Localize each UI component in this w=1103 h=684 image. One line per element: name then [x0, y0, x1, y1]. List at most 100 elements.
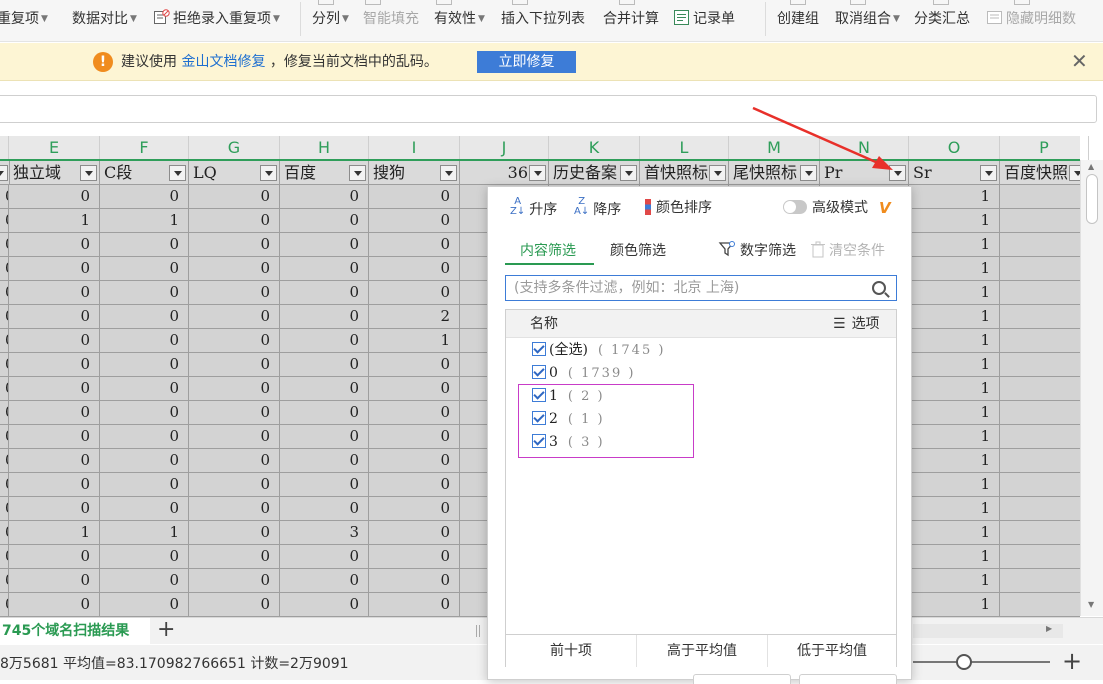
table-cell[interactable]: 0 — [0, 209, 9, 232]
table-cell[interactable]: 0 — [100, 329, 189, 352]
table-cell[interactable]: 0 — [9, 425, 100, 448]
filter-dropdown-icon[interactable] — [620, 165, 637, 181]
number-filter-button[interactable]: 数字筛选 — [718, 239, 796, 263]
table-cell-sr[interactable]: 1 — [909, 185, 1000, 208]
ribbon-ungroup-button[interactable]: 取消组合 ▼ — [835, 8, 900, 30]
table-cell[interactable]: 0 — [0, 257, 9, 280]
filter-dropdown-icon[interactable] — [980, 165, 997, 181]
table-cell[interactable]: 0 — [9, 305, 100, 328]
table-cell-sr[interactable]: 1 — [909, 233, 1000, 256]
table-cell[interactable]: 0 — [369, 233, 460, 256]
below-average-button[interactable]: 低于平均值 — [768, 635, 896, 667]
header-cell[interactable]: 首快照标 — [640, 161, 729, 184]
table-cell[interactable]: 0 — [9, 593, 100, 616]
table-cell[interactable] — [1000, 233, 1080, 256]
table-cell[interactable]: 0 — [100, 233, 189, 256]
table-cell[interactable]: 0 — [189, 425, 280, 448]
column-header-g[interactable]: G — [189, 136, 280, 160]
table-cell[interactable]: 0 — [189, 305, 280, 328]
ribbon-smart-fill-button[interactable]: 智能填充 — [363, 8, 419, 30]
table-cell-sr[interactable]: 1 — [909, 257, 1000, 280]
clear-conditions-button[interactable]: 清空条件 — [811, 239, 885, 263]
sort-ascending-button[interactable]: A Z↓ 升序 — [510, 197, 557, 219]
column-header-m[interactable]: M — [729, 136, 820, 160]
table-cell[interactable]: 0 — [0, 425, 9, 448]
table-cell[interactable]: 0 — [280, 545, 369, 568]
checkbox-checked-icon[interactable] — [532, 342, 546, 356]
cancel-button[interactable] — [799, 674, 897, 684]
table-cell[interactable]: 0 — [9, 473, 100, 496]
table-cell[interactable]: 0 — [369, 593, 460, 616]
table-cell[interactable]: 0 — [100, 497, 189, 520]
table-cell[interactable]: 0 — [0, 497, 9, 520]
filter-dropdown-icon[interactable] — [349, 165, 366, 181]
table-cell[interactable]: 0 — [189, 185, 280, 208]
table-cell[interactable]: 0 — [0, 233, 9, 256]
filter-values-list[interactable]: 名称 ☰ 选项 (全选)( 1745 ) 0( 1739 ) 1( 2 ) 2( … — [505, 309, 897, 635]
tab-content-filter[interactable]: 内容筛选 — [520, 239, 576, 263]
table-cell[interactable]: 0 — [9, 449, 100, 472]
table-cell[interactable]: 0 — [0, 593, 9, 616]
table-cell[interactable]: 0 — [189, 377, 280, 400]
header-cell[interactable]: LQ — [189, 161, 280, 184]
table-cell[interactable]: 0 — [280, 401, 369, 424]
header-cell[interactable]: 36 — [460, 161, 549, 184]
table-cell[interactable]: 1 — [100, 521, 189, 544]
table-cell[interactable] — [1000, 497, 1080, 520]
table-cell[interactable]: 0 — [9, 545, 100, 568]
table-cell[interactable]: 0 — [100, 305, 189, 328]
column-header-f[interactable]: F — [100, 136, 189, 160]
table-cell[interactable]: 0 — [369, 545, 460, 568]
add-sheet-icon[interactable]: + — [157, 618, 175, 642]
table-cell-sr[interactable]: 1 — [909, 305, 1000, 328]
table-cell[interactable]: 0 — [0, 521, 9, 544]
table-cell[interactable]: 0 — [9, 233, 100, 256]
table-cell[interactable]: 0 — [189, 401, 280, 424]
vertical-scroll-thumb[interactable] — [1086, 174, 1098, 224]
table-cell[interactable] — [1000, 593, 1080, 616]
column-header-e[interactable]: E — [9, 136, 100, 160]
above-average-button[interactable]: 高于平均值 — [637, 635, 767, 667]
ribbon-record-form-button[interactable]: 记录单 — [673, 8, 735, 30]
search-icon[interactable] — [872, 281, 886, 295]
table-cell[interactable]: 0 — [189, 209, 280, 232]
table-cell-sr[interactable]: 1 — [909, 473, 1000, 496]
ribbon-insert-dropdown-button[interactable]: 插入下拉列表 — [501, 8, 585, 30]
column-header-n[interactable]: N — [820, 136, 909, 160]
table-cell-sr[interactable]: 1 — [909, 449, 1000, 472]
table-cell[interactable]: 0 — [9, 353, 100, 376]
column-header-i[interactable]: I — [369, 136, 460, 160]
table-cell[interactable] — [1000, 209, 1080, 232]
table-cell[interactable]: 0 — [100, 473, 189, 496]
table-cell[interactable]: 0 — [189, 569, 280, 592]
ribbon-split-column-button[interactable]: 分列 ▼ — [312, 8, 349, 30]
sort-descending-button[interactable]: Z A↓ 降序 — [574, 197, 621, 219]
table-cell[interactable]: 0 — [9, 377, 100, 400]
filter-item-0[interactable]: 0( 1739 ) — [532, 362, 635, 384]
table-cell-sr[interactable]: 1 — [909, 425, 1000, 448]
table-cell[interactable] — [1000, 185, 1080, 208]
ribbon-duplicates-button[interactable]: 重复项 ▼ — [0, 8, 48, 30]
header-cell[interactable]: 尾快照标 — [729, 161, 820, 184]
table-cell[interactable]: 1 — [9, 521, 100, 544]
table-cell[interactable]: 0 — [100, 425, 189, 448]
scroll-down-icon[interactable]: ▼ — [1088, 600, 1094, 609]
table-cell[interactable]: 0 — [189, 521, 280, 544]
table-cell[interactable]: 0 — [100, 281, 189, 304]
table-cell[interactable]: 0 — [0, 353, 9, 376]
table-cell-sr[interactable]: 1 — [909, 401, 1000, 424]
table-cell[interactable]: 0 — [369, 401, 460, 424]
formula-input[interactable] — [0, 95, 1097, 123]
table-cell[interactable]: 0 — [9, 257, 100, 280]
table-cell[interactable]: 0 — [280, 305, 369, 328]
kingsoft-docs-repair-link[interactable]: 金山文档修复 — [181, 54, 265, 70]
table-cell[interactable] — [1000, 377, 1080, 400]
table-cell[interactable]: 0 — [189, 329, 280, 352]
table-cell[interactable]: 0 — [369, 521, 460, 544]
tab-color-filter[interactable]: 颜色筛选 — [610, 239, 666, 263]
header-cell[interactable]: 百度 — [280, 161, 369, 184]
ribbon-reject-duplicates-button[interactable]: 拒绝录入重复项 ▼ — [153, 8, 280, 30]
column-header-partial[interactable] — [0, 136, 9, 160]
table-cell[interactable]: 0 — [280, 209, 369, 232]
table-cell[interactable]: 0 — [100, 257, 189, 280]
